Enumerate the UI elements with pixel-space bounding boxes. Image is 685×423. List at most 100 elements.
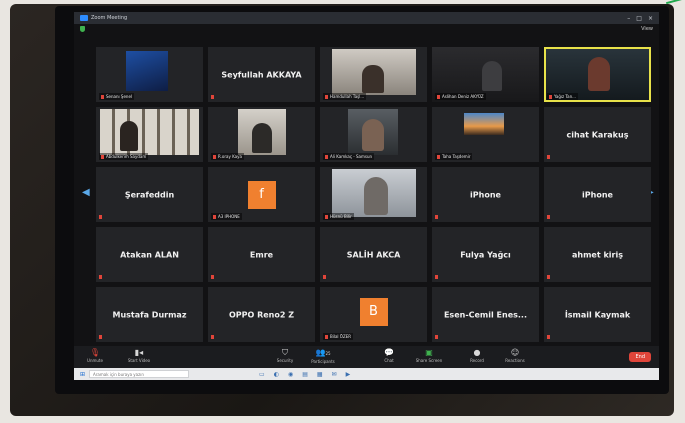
- muted-mic-icon: 🎙: [89, 348, 101, 357]
- participant-tile[interactable]: Seyfullah AKKAYA: [208, 47, 315, 102]
- participant-tile[interactable]: Şerafeddin: [96, 167, 203, 222]
- muted-mic-icon: [211, 95, 214, 99]
- participant-tile[interactable]: SALİH AKCA: [320, 227, 427, 282]
- participant-name: Emre: [249, 250, 274, 259]
- participant-tile-active-speaker[interactable]: Yağız Tan...: [544, 47, 651, 102]
- participant-name: İsmail Kaymak: [564, 310, 631, 319]
- participant-name: Hüsnü Bilir: [330, 214, 352, 219]
- participant-name: OPPO Reno2 Z: [228, 310, 295, 319]
- meeting-topbar: View: [74, 24, 659, 34]
- start-video-button[interactable]: ▮◂ Start Video: [124, 348, 154, 363]
- record-button[interactable]: ● Record: [462, 348, 492, 363]
- participants-count: 25: [325, 351, 331, 356]
- participant-tile[interactable]: Ali Kamkaç - Samsun: [320, 107, 427, 162]
- person-silhouette: [362, 65, 384, 93]
- participant-tile[interactable]: Atakan ALAN: [96, 227, 203, 282]
- file-explorer-icon[interactable]: ▤: [302, 371, 308, 378]
- prev-page-arrow-icon[interactable]: ◀: [82, 187, 90, 198]
- participant-name: Abdulkerim Saydam: [106, 154, 147, 159]
- participant-tile[interactable]: R.oray Kaya: [208, 107, 315, 162]
- gallery-grid: Senanı Şenel Seyfullah AKKAYA Hamdullah …: [96, 47, 651, 342]
- reactions-button[interactable]: ☺ Reactions: [500, 348, 530, 363]
- participant-name: Aslihan Deniz AKYÜZ: [442, 94, 484, 99]
- window-controls: – □ ×: [627, 15, 659, 22]
- shield-icon: ⛉: [282, 348, 288, 357]
- share-screen-icon: ▣: [425, 348, 433, 357]
- record-icon: ●: [473, 348, 481, 357]
- participant-tile[interactable]: İsmail Kaymak: [544, 287, 651, 342]
- muted-mic-icon: [101, 154, 104, 159]
- muted-mic-icon: [435, 215, 438, 219]
- windows-taskbar: ⊞ Aramak için buraya yazın ▭ ◐ ◉ ▤ ▦ ✉ ▶: [74, 368, 659, 380]
- participant-tile[interactable]: Hamdullah Taşl...: [320, 47, 427, 102]
- close-icon[interactable]: ×: [648, 15, 653, 22]
- security-button[interactable]: ⛉ Security: [270, 348, 300, 363]
- windows-start-icon[interactable]: ⊞: [80, 371, 85, 378]
- video-feed: [464, 113, 504, 135]
- person-silhouette: [588, 57, 610, 91]
- taskbar-apps: ▭ ◐ ◉ ▤ ▦ ✉ ▶: [259, 371, 350, 378]
- share-screen-button[interactable]: ▣ Share Screen: [414, 348, 444, 363]
- muted-mic-icon: [323, 275, 326, 279]
- person-silhouette: [252, 123, 272, 153]
- participant-name: iPhone: [470, 190, 501, 199]
- video-off-icon: ▮◂: [134, 348, 144, 357]
- participant-tile[interactable]: ahmet kiriş: [544, 227, 651, 282]
- participant-name: Ali Kamkaç - Samsun: [330, 154, 373, 159]
- participant-tile[interactable]: OPPO Reno2 Z: [208, 287, 315, 342]
- store-icon[interactable]: ▦: [317, 371, 323, 378]
- mail-icon[interactable]: ✉: [332, 371, 337, 378]
- participant-tile[interactable]: f A3 IPHONE: [208, 167, 315, 222]
- participant-tile[interactable]: Fulya Yağcı: [432, 227, 539, 282]
- participant-name: cihat Karakuş: [566, 130, 629, 139]
- task-view-icon[interactable]: ▭: [259, 371, 265, 378]
- end-meeting-button[interactable]: End: [629, 352, 651, 362]
- participants-icon: 👥25: [315, 348, 331, 357]
- maximize-icon[interactable]: □: [636, 15, 642, 22]
- zoom-app-icon: [80, 15, 88, 21]
- participant-tile[interactable]: Emre: [208, 227, 315, 282]
- edge-browser-icon[interactable]: ◐: [274, 371, 279, 378]
- muted-mic-icon: [213, 154, 216, 159]
- participant-tile[interactable]: iPhone: [432, 167, 539, 222]
- muted-mic-icon: [547, 215, 550, 219]
- taskbar-search-input[interactable]: Aramak için buraya yazın: [89, 370, 190, 378]
- participant-name: Fulya Yağcı: [460, 250, 511, 259]
- titlebar: Zoom Meeting – □ ×: [74, 12, 659, 24]
- participant-tile[interactable]: Hüsnü Bilir: [320, 167, 427, 222]
- participant-tile[interactable]: Senanı Şenel: [96, 47, 203, 102]
- participant-name: ahmet kiriş: [572, 250, 623, 259]
- corner-annotation-mark: [665, 0, 685, 12]
- participant-name: Senanı Şenel: [106, 94, 133, 99]
- participant-tile[interactable]: cihat Karakuş: [544, 107, 651, 162]
- muted-mic-icon: [325, 94, 328, 99]
- zoom-window: Zoom Meeting – □ × View ◀ ▶ Senanı Şenel…: [74, 12, 659, 380]
- muted-mic-icon: [101, 94, 104, 99]
- muted-mic-icon: [325, 214, 328, 219]
- participant-tile[interactable]: iPhone: [544, 167, 651, 222]
- meeting-toolbar: 🎙 Unmute ▮◂ Start Video ⛉ Security 👥25 P…: [74, 346, 659, 368]
- chat-icon: 💬: [384, 348, 394, 357]
- chrome-icon[interactable]: ◉: [288, 371, 293, 378]
- chat-button[interactable]: 💬 Chat: [374, 348, 404, 363]
- participant-name: Şerafeddin: [124, 190, 175, 199]
- unmute-button[interactable]: 🎙 Unmute: [80, 348, 110, 363]
- muted-mic-icon: [435, 275, 438, 279]
- muted-mic-icon: [99, 275, 102, 279]
- participant-tile[interactable]: Aslihan Deniz AKYÜZ: [432, 47, 539, 102]
- muted-mic-icon: [435, 335, 438, 339]
- encryption-shield-icon[interactable]: [80, 26, 85, 32]
- muted-mic-icon: [99, 335, 102, 339]
- participant-tile[interactable]: Taha Taşdemir: [432, 107, 539, 162]
- minimize-icon[interactable]: –: [627, 15, 630, 22]
- participant-name: Atakan ALAN: [120, 250, 179, 259]
- participant-tile[interactable]: Abdulkerim Saydam: [96, 107, 203, 162]
- participants-button[interactable]: 👥25 Participants: [308, 348, 338, 364]
- view-button[interactable]: View: [641, 26, 653, 32]
- participant-tile[interactable]: Esen-Cemil Enes...: [432, 287, 539, 342]
- participant-tile[interactable]: Mustafa Durmaz: [96, 287, 203, 342]
- zoom-taskbar-icon[interactable]: ▶: [346, 371, 351, 378]
- muted-mic-icon: [437, 154, 440, 159]
- participant-name: Taha Taşdemir: [442, 154, 471, 159]
- participant-tile[interactable]: B Bilal ÖZER: [320, 287, 427, 342]
